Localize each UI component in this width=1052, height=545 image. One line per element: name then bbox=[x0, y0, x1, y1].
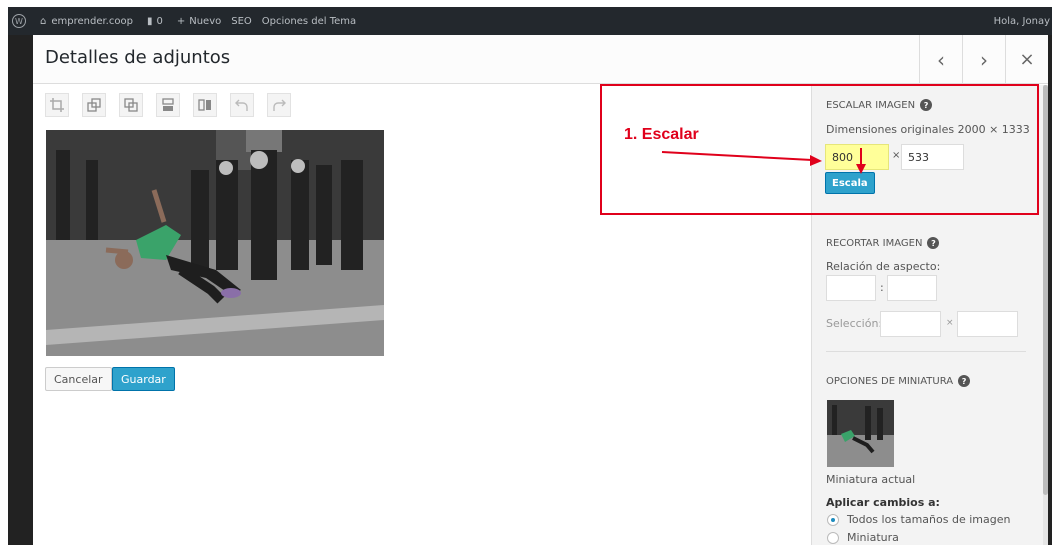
annotation-arrows bbox=[661, 148, 866, 174]
annotation-arrow-line bbox=[661, 151, 813, 161]
arrow-down-icon bbox=[856, 164, 866, 174]
arrow-head-icon bbox=[810, 155, 822, 166]
